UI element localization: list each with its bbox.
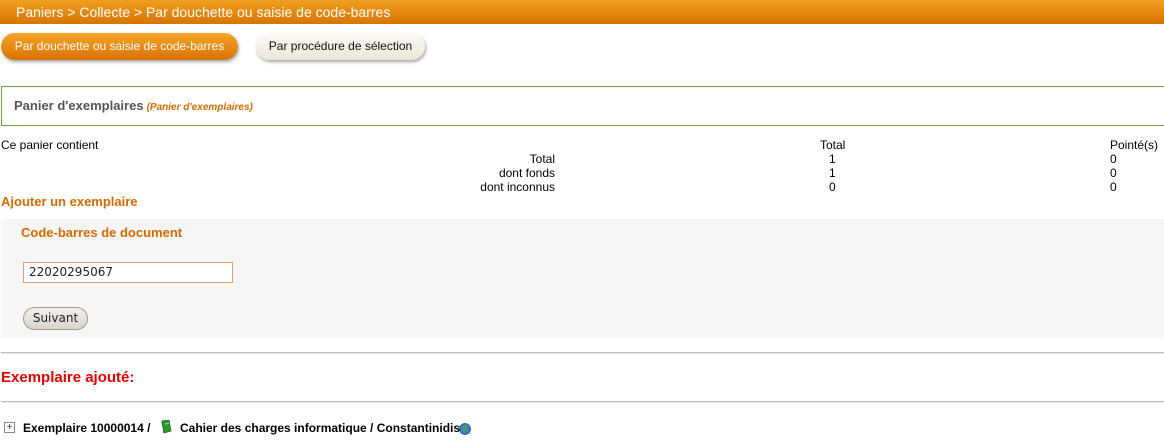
panel-subtitle: (Panier d'exemplaires) xyxy=(146,102,253,113)
add-item-link[interactable]: Ajouter un exemplaire xyxy=(1,194,138,209)
tab-barcode-scan[interactable]: Par douchette ou saisie de code-barres xyxy=(1,33,238,60)
summary-row-total: 0 xyxy=(829,180,836,194)
panel-title: Panier d'exemplaires (Panier d'exemplaire… xyxy=(14,98,253,113)
cart-panel-header: Panier d'exemplaires (Panier d'exemplaire… xyxy=(1,86,1164,126)
barcode-form: Code-barres de document 22020295067 Suiv… xyxy=(1,219,1164,338)
summary-row-label: Total xyxy=(529,152,555,166)
summary-intro: Ce panier contient xyxy=(1,138,99,152)
summary-row-total: 1 xyxy=(829,152,836,166)
item-added-heading: Exemplaire ajouté: xyxy=(1,369,135,386)
panel-title-text: Panier d'exemplaires xyxy=(14,98,144,113)
summary-row-total: 1 xyxy=(829,166,836,180)
barcode-input[interactable]: 22020295067 xyxy=(23,262,233,283)
next-button[interactable]: Suivant xyxy=(23,307,88,330)
summary-row-pointed: 0 xyxy=(1110,166,1117,180)
summary-row-label: dont fonds xyxy=(498,166,555,180)
divider xyxy=(1,352,1164,354)
summary-row-pointed: 0 xyxy=(1110,180,1117,194)
summary-header-pointed: Pointé(s) xyxy=(1110,138,1159,152)
book-icon xyxy=(161,420,172,434)
summary-row-pointed: 0 xyxy=(1110,152,1117,166)
record-title-link[interactable]: Cahier des charges informatique / Consta… xyxy=(180,421,460,435)
divider xyxy=(1,401,1164,403)
summary-header-total: Total xyxy=(820,138,846,152)
tab-selection-procedure[interactable]: Par procédure de sélection xyxy=(256,33,425,60)
barcode-field-label: Code-barres de document xyxy=(21,225,183,240)
expand-icon[interactable]: + xyxy=(4,422,15,433)
breadcrumb: Paniers > Collecte > Par douchette ou sa… xyxy=(0,0,1164,24)
item-barcode-text: Exemplaire 10000014 / xyxy=(23,421,151,435)
summary-row-label: dont inconnus xyxy=(480,180,555,194)
globe-icon[interactable] xyxy=(459,423,471,435)
